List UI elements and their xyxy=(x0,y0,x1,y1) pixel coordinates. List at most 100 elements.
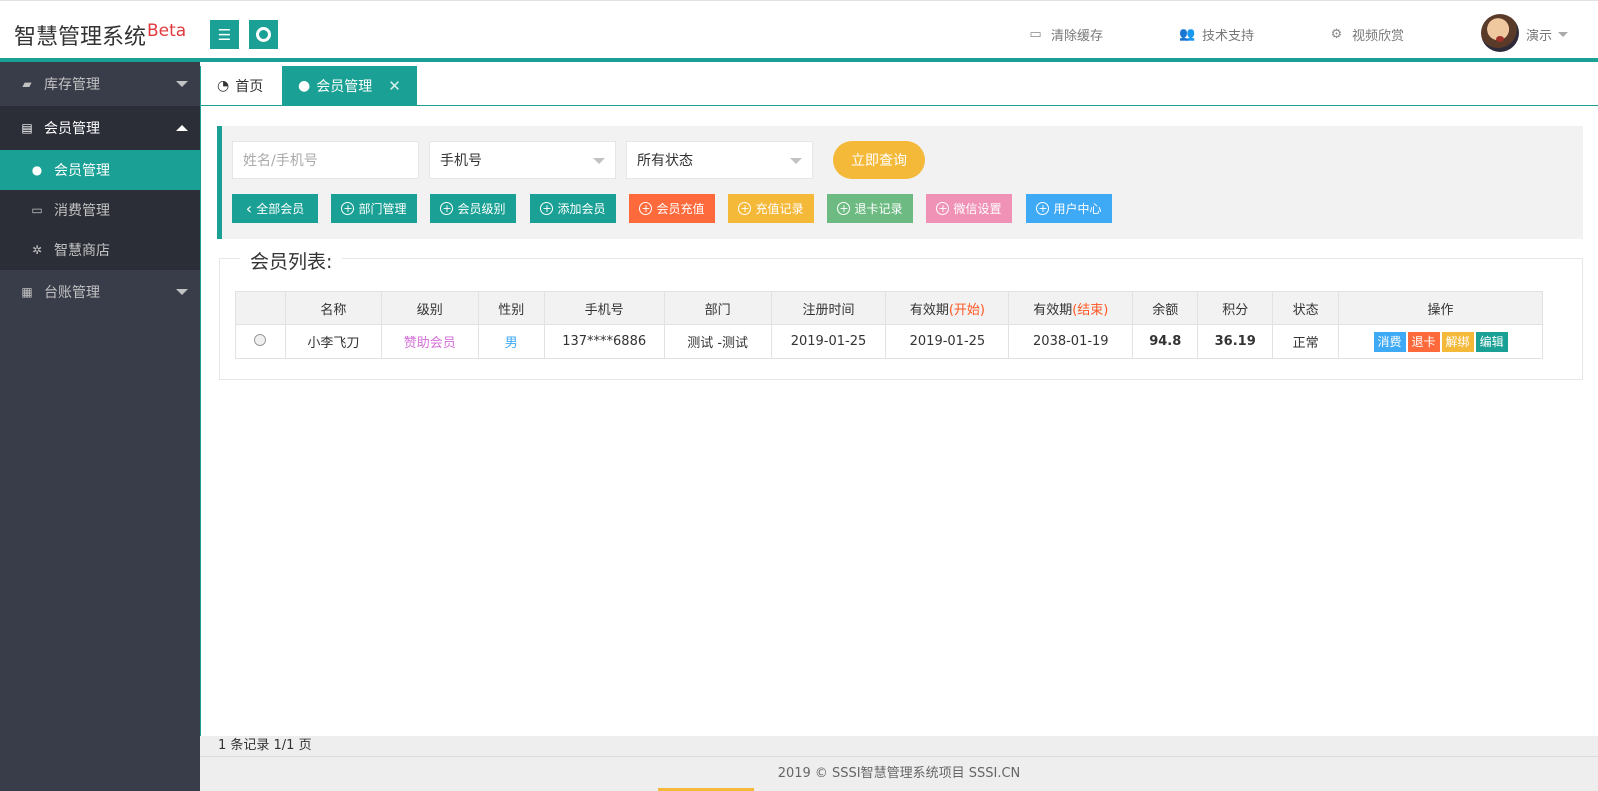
clear-cache-label: 清除缓存 xyxy=(1051,29,1104,44)
tab-member-manage[interactable]: ● 会员管理 ✕ xyxy=(282,66,417,106)
column-header-label: 有效期 xyxy=(1033,302,1073,318)
type-select-value: 手机号 xyxy=(440,153,482,169)
consume-button[interactable]: 消费 xyxy=(1373,331,1406,352)
column-header: 性别 xyxy=(477,291,545,325)
search-input[interactable]: 姓名/手机号 xyxy=(232,141,419,179)
sidebar-item-label: 台账管理 xyxy=(44,285,100,301)
lifebuoy-icon xyxy=(256,27,271,42)
sidebar-item-ledger[interactable]: ▦ 台账管理 xyxy=(0,270,200,314)
menu-toggle-button[interactable]: ☰ xyxy=(210,20,239,49)
button-label: 会员级别 xyxy=(457,202,506,216)
refund-button[interactable]: 退卡 xyxy=(1407,331,1440,352)
button-label: 添加会员 xyxy=(557,202,606,216)
sidebar-subitem-store[interactable]: ✲ 智慧商店 xyxy=(0,230,200,270)
member-table: 名称 级别 性别 手机号 部门 注册时间 有效期(开始) 有效期(结束) 余额 … xyxy=(235,291,1543,359)
radio-icon[interactable] xyxy=(254,333,267,346)
pagination-info: 1 条记录 1/1 页 xyxy=(200,736,1598,756)
search-panel: 姓名/手机号 手机号 所有状态 立即查询 ‹ 全部会员 + 部门管理 + 会员级别 +… xyxy=(217,126,1583,239)
table-header-row: 名称 级别 性别 手机号 部门 注册时间 有效期(开始) 有效期(结束) 余额 … xyxy=(235,291,1543,325)
edit-button[interactable]: 编辑 xyxy=(1475,331,1508,352)
cell-balance: 94.8 xyxy=(1132,324,1199,359)
close-icon[interactable]: ✕ xyxy=(388,77,401,95)
table-icon: ▤ xyxy=(21,121,33,135)
chevron-down-icon xyxy=(176,81,188,87)
main-content: 姓名/手机号 手机号 所有状态 立即查询 ‹ 全部会员 + 部门管理 + 会员级别 +… xyxy=(200,106,1598,736)
column-header: 余额 xyxy=(1132,291,1199,325)
dept-manage-button[interactable]: + 部门管理 xyxy=(331,194,417,223)
column-header: 名称 xyxy=(284,291,382,325)
plus-circle-icon: + xyxy=(639,202,653,215)
chevron-down-icon xyxy=(790,158,802,164)
chevron-down-icon xyxy=(176,289,188,295)
tech-support-label: 技术支持 xyxy=(1202,29,1255,44)
column-header: 有效期(结束) xyxy=(1008,291,1134,325)
refund-record-button[interactable]: + 退卡记录 xyxy=(827,194,913,223)
user-icon: ● xyxy=(298,78,311,94)
cell-level: 赞助会员 xyxy=(380,324,479,359)
type-select[interactable]: 手机号 xyxy=(429,141,616,179)
user-name[interactable]: 演示 xyxy=(1526,25,1552,44)
sidebar: ▰ 库存管理 ▤ 会员管理 ● 会员管理 ▭ 消费管理 ✲ 智慧商店 ▦ 台账管… xyxy=(0,62,200,791)
plus-circle-icon: + xyxy=(1036,202,1050,215)
video-label: 视频欣赏 xyxy=(1352,29,1405,44)
sidebar-subitem-member-manage[interactable]: ● 会员管理 xyxy=(0,150,200,190)
column-header-suffix: (结束) xyxy=(1072,302,1109,318)
table-row: 小李飞刀 赞助会员 男 137****6886 测试 -测试 2019-01-2… xyxy=(235,324,1543,359)
cell-phone: 137****6886 xyxy=(543,324,665,359)
sidebar-item-members[interactable]: ▤ 会员管理 xyxy=(0,106,200,150)
member-recharge-button[interactable]: + 会员充值 xyxy=(629,194,715,223)
chevron-up-icon xyxy=(176,125,188,131)
plus-circle-icon: + xyxy=(738,202,752,215)
button-label: 退卡记录 xyxy=(854,202,903,216)
button-label: 充值记录 xyxy=(755,202,804,216)
column-header: 手机号 xyxy=(543,291,665,325)
cell-name: 小李飞刀 xyxy=(284,324,382,359)
column-header: 注册时间 xyxy=(770,291,887,325)
sidebar-item-label: 消费管理 xyxy=(54,203,110,219)
chevron-down-icon[interactable] xyxy=(1558,32,1568,37)
avatar[interactable] xyxy=(1481,14,1519,52)
tech-support-link[interactable]: 👥 技术支持 xyxy=(1179,25,1255,45)
column-header: 有效期(开始) xyxy=(885,291,1010,325)
plus-circle-icon: + xyxy=(440,202,454,215)
button-label: 部门管理 xyxy=(358,202,407,216)
query-button[interactable]: 立即查询 xyxy=(833,141,925,179)
member-list-title: 会员列表: xyxy=(240,247,343,274)
button-label: 全部会员 xyxy=(256,202,305,216)
user-icon: ● xyxy=(31,163,43,177)
wechat-settings-button[interactable]: + 微信设置 xyxy=(926,194,1012,223)
monitor-icon: ▭ xyxy=(31,203,43,217)
palm-icon: ✲ xyxy=(31,243,43,257)
unbind-button[interactable]: 解绑 xyxy=(1441,331,1474,352)
button-label: 会员充值 xyxy=(656,202,705,216)
recharge-record-button[interactable]: + 充值记录 xyxy=(728,194,814,223)
add-member-button[interactable]: + 添加会员 xyxy=(530,194,616,223)
cell-reg-time: 2019-01-25 xyxy=(770,324,887,359)
app-logo[interactable]: 智慧管理系统Beta xyxy=(14,19,186,51)
plus-circle-icon: + xyxy=(341,202,355,215)
column-header: 积分 xyxy=(1197,291,1274,325)
button-label: 微信设置 xyxy=(953,202,1002,216)
sidebar-subitem-consumption[interactable]: ▭ 消费管理 xyxy=(0,190,200,230)
help-button[interactable] xyxy=(249,20,278,49)
plus-circle-icon: + xyxy=(936,202,950,215)
sidebar-item-label: 库存管理 xyxy=(44,77,100,93)
member-level-button[interactable]: + 会员级别 xyxy=(430,194,516,223)
video-link[interactable]: ⚙ 视频欣赏 xyxy=(1329,25,1405,45)
clear-cache-link[interactable]: ▭ 清除缓存 xyxy=(1028,25,1104,45)
cell-ops: 消费 退卡 解绑 编辑 xyxy=(1338,324,1543,359)
tab-home[interactable]: ◔ 首页 xyxy=(201,66,279,106)
dashboard-icon: ◔ xyxy=(217,78,230,94)
sidebar-submenu: ● 会员管理 ▭ 消费管理 ✲ 智慧商店 xyxy=(0,150,200,270)
column-header: 级别 xyxy=(380,291,479,325)
cell-valid-end: 2038-01-19 xyxy=(1008,324,1134,359)
top-header: 智慧管理系统Beta ☰ ▭ 清除缓存 👥 技术支持 ⚙ 视频欣赏 演示 xyxy=(0,0,1598,62)
column-header: 部门 xyxy=(663,291,772,325)
status-select[interactable]: 所有状态 xyxy=(626,141,813,179)
row-select-radio[interactable] xyxy=(235,324,286,359)
all-members-button[interactable]: ‹ 全部会员 xyxy=(232,194,318,223)
plus-circle-icon: + xyxy=(540,202,554,215)
sidebar-item-inventory[interactable]: ▰ 库存管理 xyxy=(0,62,200,106)
user-center-button[interactable]: + 用户中心 xyxy=(1026,194,1112,223)
gears-icon: ⚙ xyxy=(1330,26,1343,42)
